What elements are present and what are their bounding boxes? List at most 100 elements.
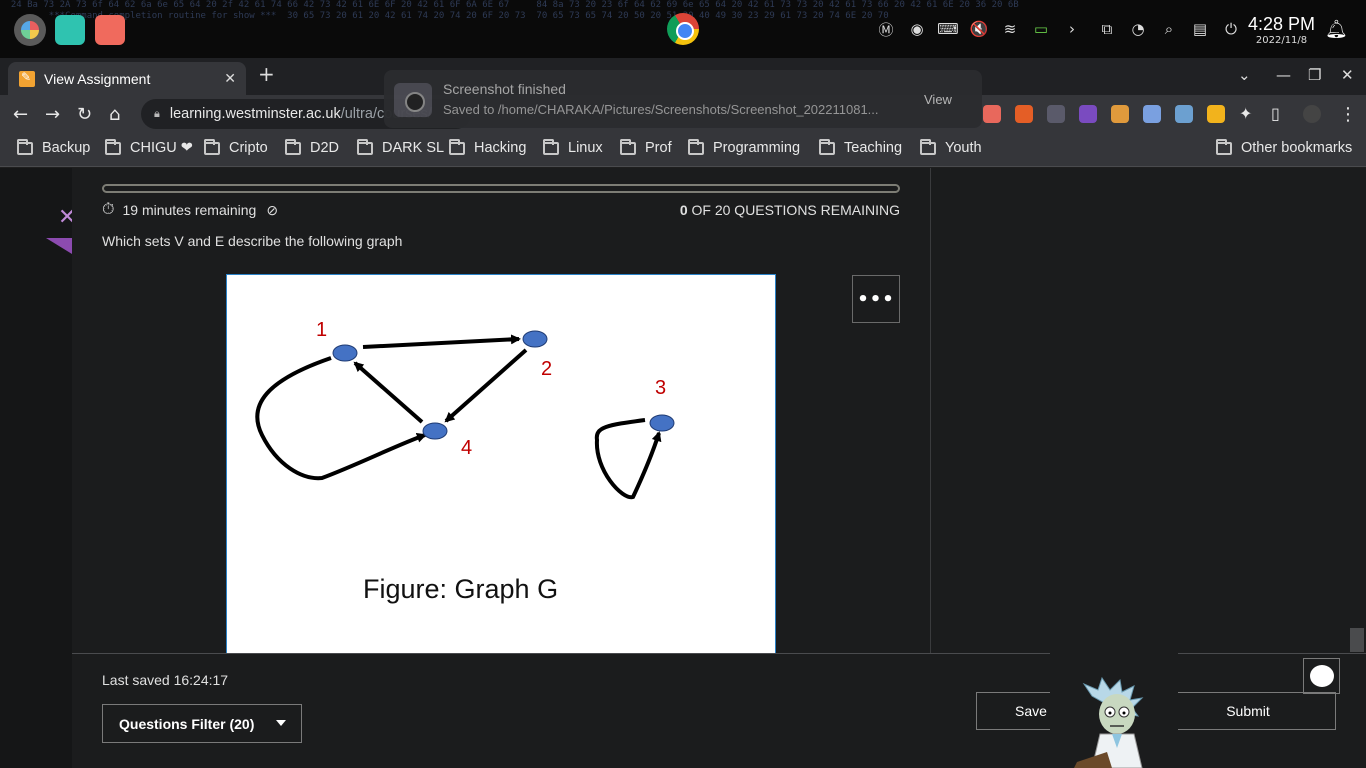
app-grid-icon[interactable] — [95, 15, 125, 45]
screenshot-notification[interactable]: Screenshot finished Saved to /home/CHARA… — [384, 70, 982, 128]
side-panel-icon[interactable]: ▯ — [1271, 104, 1280, 123]
bookmark-folder[interactable]: Youth — [920, 138, 982, 156]
system-taskbar: 24 Ba 73 2A 73 6f 64 62 6a 6e 65 64 20 2… — [0, 0, 1366, 58]
folder-icon — [204, 138, 220, 155]
questions-filter-label: Questions Filter (20) — [119, 715, 255, 732]
timer: ⏱ 19 minutes remaining ⊘ — [102, 201, 278, 219]
chevron-right-icon[interactable]: › — [1062, 19, 1082, 39]
node-label-1: 1 — [316, 319, 327, 341]
bookmark-folder[interactable]: Teaching — [819, 138, 903, 156]
extensions-puzzle-icon[interactable]: ✦ — [1239, 104, 1252, 123]
extension-8-icon[interactable] — [1207, 105, 1225, 123]
window-close-button[interactable]: ✕ — [1341, 66, 1354, 84]
other-bookmarks-label: Other bookmarks — [1241, 140, 1353, 156]
edge-1-4 — [255, 356, 427, 481]
browser-menu-icon[interactable]: ⋮ — [1339, 104, 1357, 125]
battery-icon[interactable]: ▭ — [1031, 19, 1051, 39]
power-icon[interactable]: ⏻ — [1221, 19, 1241, 39]
screenshot-icon[interactable]: ⧉ — [1097, 19, 1117, 39]
clock-date: 2022/11/8 — [1255, 35, 1308, 46]
folder-icon — [819, 138, 835, 155]
notification-view-button[interactable]: View — [924, 92, 952, 107]
bookmark-folder[interactable]: Prof — [620, 138, 672, 156]
tab-search-chevron-icon[interactable]: ⌄ — [1238, 66, 1251, 84]
search-icon[interactable]: ⌕ — [1159, 19, 1179, 39]
url-host: learning.westminster.ac.uk — [169, 106, 341, 122]
other-bookmarks-folder[interactable]: Other bookmarks — [1216, 138, 1353, 156]
m-tray-icon[interactable]: Ⓜ — [876, 19, 896, 39]
graph-node-4 — [422, 422, 448, 440]
chrome-taskbar-icon[interactable] — [667, 13, 699, 45]
home-icon[interactable]: ⌂ — [109, 104, 120, 125]
extension-7-icon[interactable] — [1175, 105, 1193, 123]
extension-2-icon[interactable] — [1015, 105, 1033, 123]
corner-marker-icon — [46, 238, 72, 254]
remaining-count: 0 — [679, 202, 688, 218]
extension-3-icon[interactable] — [1047, 105, 1065, 123]
node-label-4: 4 — [461, 437, 472, 459]
clock-time: 4:28 PM — [1248, 14, 1316, 34]
chat-button[interactable] — [1303, 658, 1340, 694]
tab-view-assignment[interactable]: View Assignment ✕ — [8, 62, 246, 95]
bookmark-folder[interactable]: Hacking — [449, 138, 527, 156]
chrome-tray-icon[interactable]: ◉ — [907, 19, 927, 39]
volume-muted-icon[interactable]: 🔇 — [969, 19, 989, 39]
node-label-3: 3 — [655, 377, 666, 399]
new-tab-button[interactable]: + — [258, 62, 275, 86]
bookmark-folder[interactable]: Cripto — [204, 138, 268, 156]
graph-node-3 — [649, 414, 675, 432]
bookmark-folder[interactable]: CHIGU ❤ — [105, 138, 193, 156]
extension-5-icon[interactable] — [1111, 105, 1129, 123]
edge-2-4 — [444, 348, 528, 423]
extension-6-icon[interactable] — [1143, 105, 1161, 123]
bookmark-label: D2D — [310, 140, 340, 156]
bookmark-folder[interactable]: DARK SL — [357, 138, 444, 156]
lock-icon[interactable]: 🔒︎ — [154, 107, 160, 121]
bookmark-label: Backup — [42, 140, 91, 156]
last-saved-text: Last saved 16:24:17 — [102, 672, 229, 688]
bookmark-label: Linux — [568, 140, 603, 156]
tab-title: View Assignment — [44, 70, 151, 87]
folder-icon — [688, 138, 704, 155]
timer-icon: ⏱ — [102, 201, 115, 218]
app-launcher-icon[interactable] — [14, 14, 46, 46]
graph-node-2 — [522, 330, 548, 348]
minimize-button[interactable]: — — [1276, 66, 1291, 84]
bookmark-label: Teaching — [844, 140, 903, 156]
extension-4-icon[interactable] — [1079, 105, 1097, 123]
right-pane — [930, 168, 1366, 653]
extension-1-icon[interactable] — [983, 105, 1001, 123]
wifi-icon[interactable]: ≋ — [1000, 19, 1020, 39]
restore-button[interactable]: ❐ — [1308, 66, 1321, 84]
cartoon-mascot-icon — [1074, 676, 1144, 768]
system-clock[interactable]: 4:28 PM 2022/11/8 — [1248, 14, 1315, 46]
bookmark-folder[interactable]: Programming — [688, 138, 800, 156]
keyboard-layout-icon[interactable]: ▤ — [1190, 19, 1210, 39]
notification-bell-icon[interactable]: 🔔︎ — [1325, 19, 1348, 40]
hide-timer-eye-icon[interactable]: ⊘ — [266, 202, 278, 219]
back-arrow-icon[interactable]: ← — [13, 104, 28, 125]
terminal-app-icon[interactable] — [55, 15, 85, 45]
folder-icon — [105, 138, 121, 155]
profile-avatar[interactable] — [1303, 105, 1321, 123]
camera-icon — [394, 83, 432, 117]
edge-4-1 — [353, 361, 424, 424]
bookmark-folder[interactable]: Linux — [543, 138, 603, 156]
bookmark-folder[interactable]: Backup — [17, 138, 91, 156]
keyboard-icon[interactable]: ⌨ — [937, 19, 959, 39]
questions-filter-dropdown[interactable]: Questions Filter (20) — [102, 704, 302, 743]
scrollbar-thumb[interactable] — [1350, 628, 1364, 652]
folder-icon — [543, 138, 559, 155]
bookmark-label: Hacking — [474, 140, 527, 156]
bookmark-label: Prof — [645, 140, 672, 156]
more-options-button[interactable]: ••• — [852, 275, 900, 323]
tab-close-icon[interactable]: ✕ — [224, 71, 236, 87]
submit-button[interactable]: Submit — [1160, 692, 1336, 730]
activity-monitor-icon[interactable]: ◔ — [1128, 19, 1148, 39]
reload-icon[interactable]: ↻ — [77, 104, 92, 125]
node-label-2: 2 — [541, 358, 552, 380]
forward-arrow-icon[interactable]: → — [45, 104, 60, 125]
chat-bubble-icon — [1309, 665, 1334, 687]
folder-icon — [620, 138, 636, 155]
bookmark-folder[interactable]: D2D — [285, 138, 340, 156]
